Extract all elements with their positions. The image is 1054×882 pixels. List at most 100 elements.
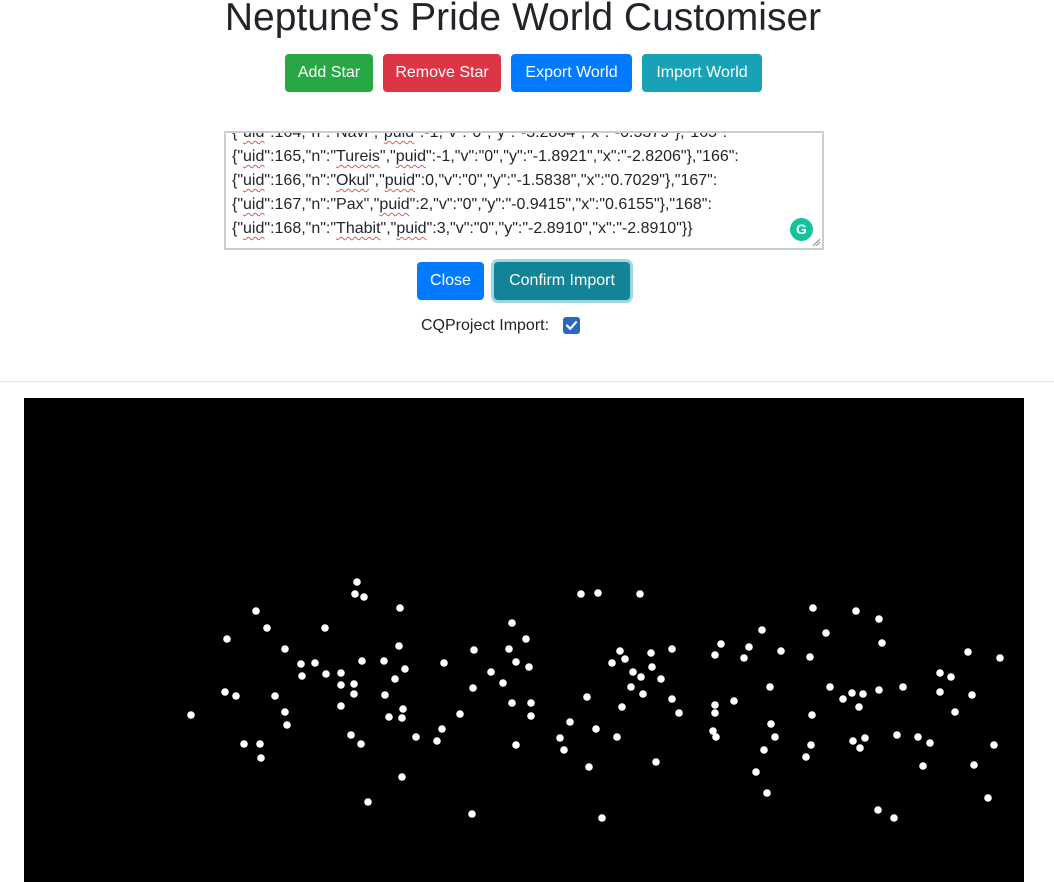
star[interactable] (899, 683, 907, 691)
star[interactable] (936, 688, 944, 696)
star[interactable] (522, 635, 530, 643)
star[interactable] (711, 709, 719, 717)
star[interactable] (298, 672, 306, 680)
star[interactable] (380, 657, 388, 665)
star[interactable] (271, 692, 279, 700)
star[interactable] (560, 746, 568, 754)
star[interactable] (874, 806, 882, 814)
star[interactable] (281, 645, 289, 653)
galaxy-map-canvas[interactable] (24, 398, 1024, 882)
star[interactable] (839, 695, 847, 703)
star[interactable] (395, 642, 403, 650)
star[interactable] (712, 733, 720, 741)
star[interactable] (508, 619, 516, 627)
star[interactable] (297, 660, 305, 668)
star[interactable] (350, 680, 358, 688)
star[interactable] (767, 720, 775, 728)
star[interactable] (556, 734, 564, 742)
star[interactable] (468, 810, 476, 818)
star[interactable] (984, 794, 992, 802)
star[interactable] (947, 673, 955, 681)
star[interactable] (257, 754, 265, 762)
star[interactable] (508, 699, 516, 707)
star[interactable] (627, 683, 635, 691)
star[interactable] (594, 589, 602, 597)
star[interactable] (337, 681, 345, 689)
star[interactable] (412, 733, 420, 741)
star[interactable] (337, 669, 345, 677)
star[interactable] (668, 645, 676, 653)
star[interactable] (399, 705, 407, 713)
star[interactable] (711, 701, 719, 709)
star[interactable] (391, 675, 399, 683)
cqproject-import-checkbox[interactable] (563, 317, 580, 334)
star[interactable] (919, 762, 927, 770)
star[interactable] (398, 714, 406, 722)
star[interactable] (353, 578, 361, 586)
star[interactable] (629, 668, 637, 676)
star[interactable] (771, 733, 779, 741)
star[interactable] (826, 683, 834, 691)
star[interactable] (890, 814, 898, 822)
star[interactable] (740, 654, 748, 662)
star[interactable] (852, 607, 860, 615)
star[interactable] (621, 655, 629, 663)
star[interactable] (499, 679, 507, 687)
star[interactable] (859, 690, 867, 698)
star[interactable] (187, 711, 195, 719)
star[interactable] (616, 647, 624, 655)
star[interactable] (675, 709, 683, 717)
star[interactable] (283, 721, 291, 729)
star[interactable] (808, 711, 816, 719)
star[interactable] (802, 753, 810, 761)
star[interactable] (668, 695, 676, 703)
star[interactable] (745, 643, 753, 651)
star[interactable] (385, 713, 393, 721)
star[interactable] (878, 639, 886, 647)
star[interactable] (964, 648, 972, 656)
star[interactable] (337, 702, 345, 710)
star[interactable] (322, 670, 330, 678)
star[interactable] (893, 731, 901, 739)
star[interactable] (914, 733, 922, 741)
star[interactable] (433, 737, 441, 745)
star[interactable] (618, 703, 626, 711)
star[interactable] (637, 673, 645, 681)
star[interactable] (527, 699, 535, 707)
star[interactable] (281, 708, 289, 716)
star[interactable] (996, 654, 1004, 662)
star[interactable] (232, 692, 240, 700)
star[interactable] (512, 741, 520, 749)
star[interactable] (398, 773, 406, 781)
star[interactable] (240, 740, 248, 748)
star[interactable] (456, 710, 464, 718)
star[interactable] (512, 658, 520, 666)
import-world-button[interactable]: Import World (642, 54, 762, 92)
add-star-button[interactable]: Add Star (285, 54, 373, 92)
star[interactable] (822, 629, 830, 637)
star[interactable] (396, 604, 404, 612)
star[interactable] (357, 740, 365, 748)
star[interactable] (221, 688, 229, 696)
star[interactable] (381, 691, 389, 699)
star[interactable] (351, 590, 359, 598)
star[interactable] (566, 718, 574, 726)
star[interactable] (711, 651, 719, 659)
star[interactable] (807, 741, 815, 749)
star[interactable] (470, 646, 478, 654)
star[interactable] (849, 737, 857, 745)
export-world-button[interactable]: Export World (511, 54, 632, 92)
star[interactable] (252, 607, 260, 615)
star[interactable] (525, 663, 533, 671)
star[interactable] (639, 690, 647, 698)
star[interactable] (505, 645, 513, 653)
star[interactable] (487, 668, 495, 676)
grammarly-icon[interactable]: G (790, 218, 813, 241)
star[interactable] (583, 693, 591, 701)
star[interactable] (469, 684, 477, 692)
star[interactable] (926, 739, 934, 747)
star[interactable] (592, 725, 600, 733)
star[interactable] (364, 798, 372, 806)
star[interactable] (848, 689, 856, 697)
star[interactable] (358, 657, 366, 665)
